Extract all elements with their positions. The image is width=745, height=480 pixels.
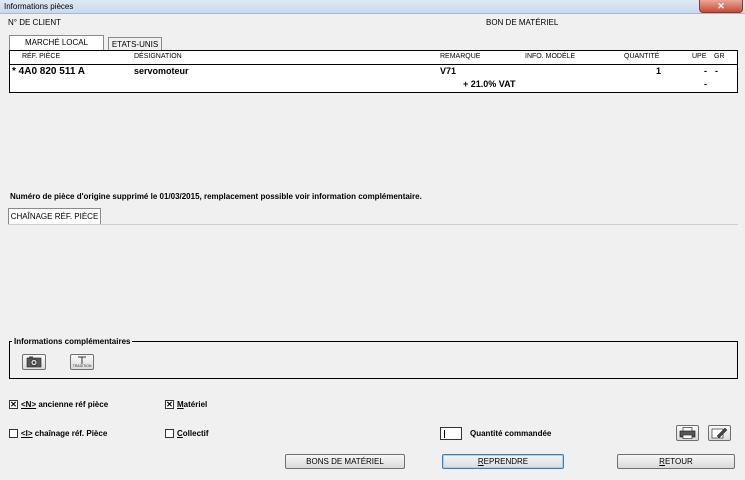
col-header-remarque: REMARQUE [440, 53, 481, 60]
quantity-input[interactable] [440, 427, 462, 440]
cell-gr: - [715, 66, 718, 76]
tab-marche-local[interactable]: MARCHÉ LOCAL [9, 35, 104, 51]
replacement-notice: Numéro de pièce d'origine supprimé le 01… [10, 192, 422, 201]
edit-pencil-icon [711, 427, 728, 439]
materiel-checkbox[interactable]: ✕ [165, 400, 174, 409]
cell-designation: servomoteur [134, 66, 189, 76]
collectif-checkbox[interactable] [165, 429, 174, 438]
collectif-label: Collectif [177, 429, 209, 438]
col-header-ref: RÉF. PIÈCE [22, 53, 61, 60]
tab-chainage-ref[interactable]: CHAÎNAGE RÉF. PIÈCE [8, 208, 101, 224]
col-header-quantite: QUANTITÉ [624, 53, 660, 60]
col-header-info-modele: INFO. MODÈLE [525, 53, 576, 60]
tradition-label: TRADITION [72, 364, 92, 368]
cell-upe: - [704, 66, 707, 76]
printer-icon [679, 427, 696, 439]
col-header-designation: DÉSIGNATION [134, 53, 182, 60]
info-complementaires-title: Informations complémentaires [12, 337, 133, 346]
retour-button[interactable]: RETOUR [617, 454, 735, 469]
cell-ref: * 4A0 820 511 A [12, 66, 86, 77]
camera-icon [26, 356, 42, 368]
window-title: Informations pièces [4, 2, 74, 11]
bons-materiel-button[interactable]: BONS DE MATÉRIEL [285, 454, 405, 469]
camera-button[interactable] [22, 354, 46, 370]
grid-header-divider [10, 64, 737, 65]
quantity-label: Quantité commandée [470, 429, 552, 438]
client-number-label: N° DE CLIENT [8, 18, 61, 27]
edit-button[interactable] [708, 425, 731, 441]
tab-divider [8, 224, 738, 225]
ancienne-ref-label: <N> ancienne réf pièce [21, 400, 109, 409]
cell-quantite: 1 [656, 66, 662, 76]
parts-grid: RÉF. PIÈCE DÉSIGNATION REMARQUE INFO. MO… [9, 50, 738, 93]
bon-materiel-label: BON DE MATÉRIEL [486, 18, 559, 27]
cell-remarque: V71 [440, 66, 457, 76]
col-header-upe: UPE [692, 53, 707, 60]
cell-vat-remark: + 21.0% VAT [463, 79, 516, 89]
print-button[interactable] [676, 425, 699, 441]
col-header-gr: GR [714, 53, 725, 60]
tradition-button[interactable]: TRADITION [70, 354, 94, 370]
ancienne-ref-checkbox[interactable]: ✕ [9, 400, 18, 409]
text-caret [444, 430, 445, 438]
chainage-ref-label: <I> chaînage réf. Pièce [21, 429, 108, 438]
reprendre-button[interactable]: REPRENDRE [442, 454, 564, 469]
title-bar: Informations pièces ✕ [0, 0, 745, 14]
tab-etats-unis[interactable]: ETATS-UNIS [108, 37, 162, 51]
chainage-ref-checkbox[interactable] [9, 429, 18, 438]
close-button[interactable]: ✕ [699, 0, 743, 13]
info-complementaires-box [9, 341, 738, 379]
cell-sub-upe: - [704, 79, 707, 89]
materiel-label: Matériel [177, 400, 208, 409]
